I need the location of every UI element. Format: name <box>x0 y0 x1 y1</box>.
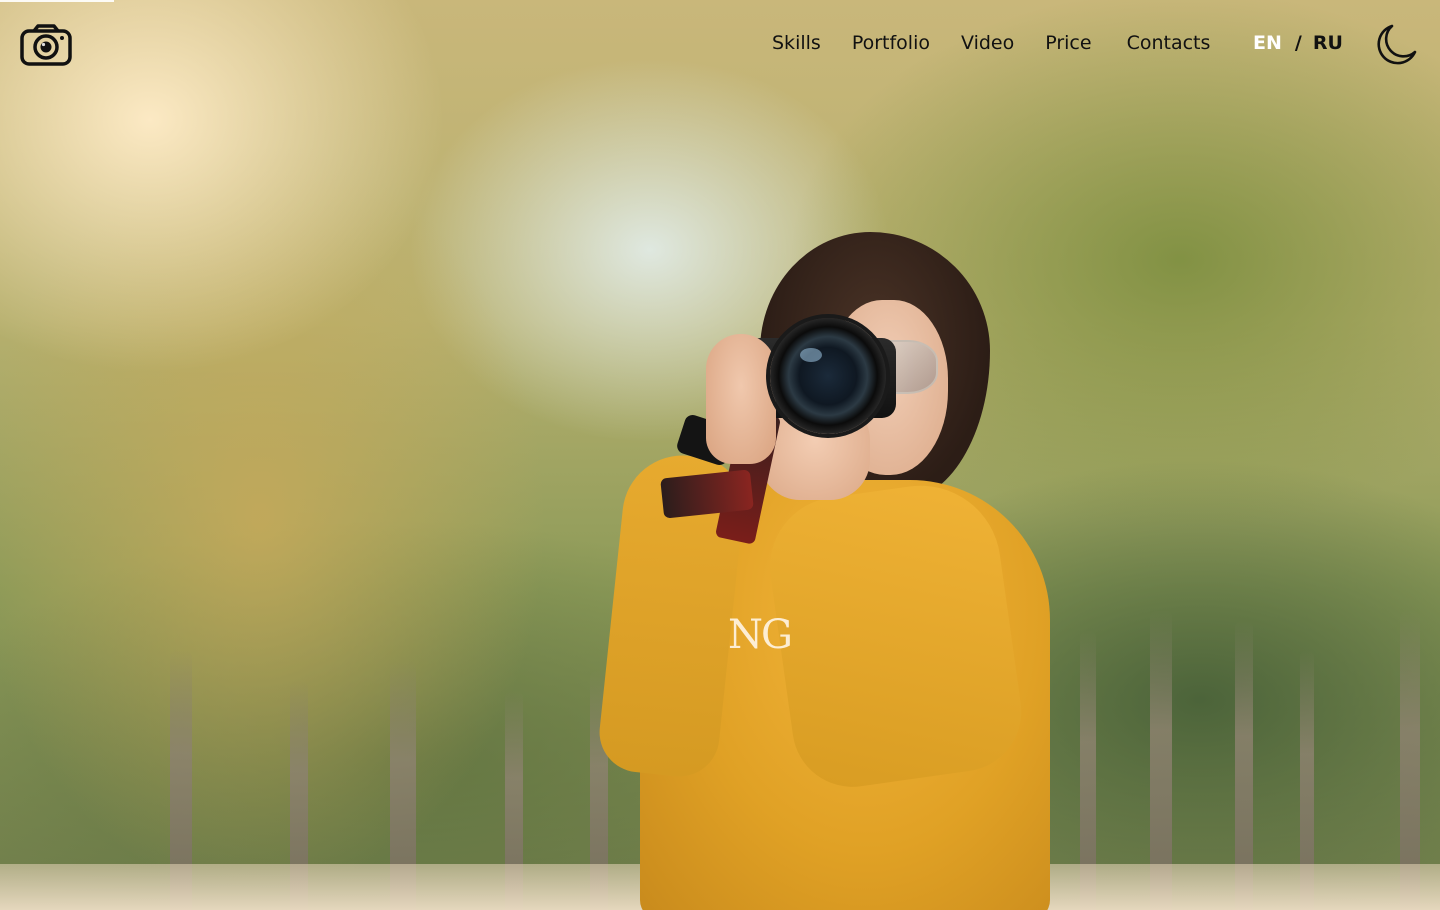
photographer-figure: NG <box>0 0 1440 910</box>
lang-separator: / <box>1294 32 1302 54</box>
theme-toggle-button[interactable] <box>1372 22 1418 68</box>
sweater-print: NG <box>728 612 793 658</box>
language-switcher: EN / RU <box>1253 32 1343 54</box>
camera-icon <box>20 24 72 66</box>
nav-link-contacts[interactable]: Contacts <box>1127 32 1211 54</box>
nav-link-skills[interactable]: Skills <box>772 32 821 54</box>
logo[interactable] <box>20 24 72 66</box>
nav-links: Skills Portfolio Video Price Contacts <box>772 32 1210 54</box>
nav-link-portfolio[interactable]: Portfolio <box>852 32 930 54</box>
nav-link-video[interactable]: Video <box>961 32 1014 54</box>
hero-section: NG Skills Portfolio Video Price Contacts… <box>0 0 1440 910</box>
nav-link-price[interactable]: Price <box>1045 32 1091 54</box>
camera-lens <box>770 318 886 434</box>
moon-icon <box>1377 24 1417 65</box>
navbar: Skills Portfolio Video Price Contacts EN… <box>0 0 1440 90</box>
lang-ru-button[interactable]: RU <box>1313 32 1343 54</box>
lang-en-button[interactable]: EN <box>1253 32 1282 54</box>
